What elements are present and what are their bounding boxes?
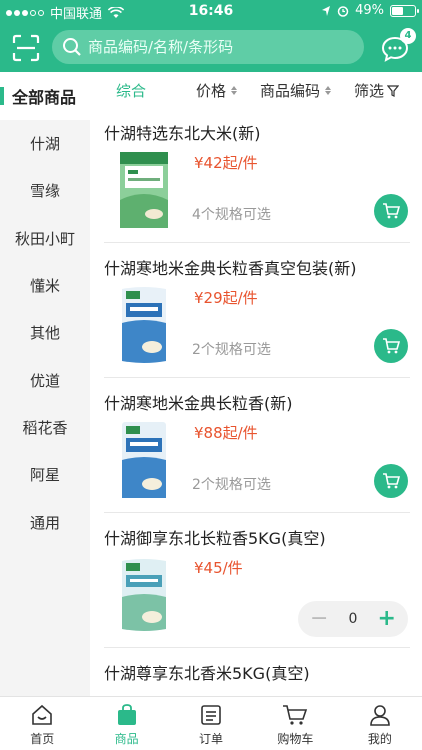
product-card[interactable]: 什湖御享东北长粒香5KG(真空) ¥45/件 − 0 + xyxy=(90,513,422,648)
sort-comprehensive-label: 综合 xyxy=(116,82,147,100)
search-input[interactable] xyxy=(88,38,348,56)
battery-icon xyxy=(390,4,419,17)
sidebar-item-xueyuan[interactable]: 雪缘 xyxy=(0,167,90,214)
sidebar-item-daohuaxiang[interactable]: 稻花香 xyxy=(0,404,90,451)
product-list: 什湖特选东北大米(新) ¥42起/件 4个规格可选 什湖寒地米金典长粒香真空包装… xyxy=(90,108,422,696)
tab-orders[interactable]: 订单 xyxy=(169,697,253,750)
filter-label: 筛选 xyxy=(354,82,385,100)
sidebar-item-all[interactable]: 全部商品 xyxy=(0,72,90,120)
cart-icon xyxy=(383,338,400,354)
category-sidebar: 全部商品 什湖 雪缘 秋田小町 懂米 其他 优道 稻花香 阿星 通用 xyxy=(0,72,90,696)
user-icon xyxy=(370,705,390,726)
bottom-tab-bar: 首页 商品 订单 购物车 我的 xyxy=(0,696,422,750)
add-to-cart-button[interactable] xyxy=(374,464,408,498)
order-list-icon xyxy=(201,705,221,725)
product-name: 什湖寒地米金典长粒香真空包装(新) xyxy=(104,259,357,278)
quantity-value: 0 xyxy=(348,611,358,627)
rice-bag-image xyxy=(122,422,166,498)
search-icon xyxy=(63,38,81,56)
sort-arrows-icon xyxy=(325,86,332,95)
sidebar-item-general[interactable]: 通用 xyxy=(0,498,90,545)
add-to-cart-button[interactable] xyxy=(374,329,408,363)
alarm-icon xyxy=(337,5,349,17)
sort-price-label: 价格 xyxy=(196,82,227,100)
sort-comprehensive[interactable]: 综合 xyxy=(116,80,146,101)
decrease-button[interactable]: − xyxy=(310,608,328,630)
home-icon xyxy=(32,704,53,725)
quantity-stepper[interactable]: − 0 + xyxy=(298,601,408,637)
increase-button[interactable]: + xyxy=(378,608,396,630)
cart-icon xyxy=(383,203,400,219)
location-icon xyxy=(322,5,331,16)
product-spec-count: 2个规格可选 xyxy=(192,477,271,493)
scan-icon xyxy=(12,34,40,62)
product-price: ¥29起/件 xyxy=(194,289,258,307)
cart-icon xyxy=(383,473,400,489)
tab-cart-label: 购物车 xyxy=(277,732,314,746)
tab-cart[interactable]: 购物车 xyxy=(253,697,337,750)
product-spec-count: 2个规格可选 xyxy=(192,342,271,358)
sidebar-item-other[interactable]: 其他 xyxy=(0,309,90,356)
product-card[interactable]: 什湖特选东北大米(新) ¥42起/件 4个规格可选 xyxy=(90,108,422,243)
sort-bar: 综合 价格 商品编码 筛选 xyxy=(90,72,422,108)
product-name: 什湖御享东北长粒香5KG(真空) xyxy=(104,529,326,548)
tab-me[interactable]: 我的 xyxy=(338,697,422,750)
rice-bag-image xyxy=(122,559,166,631)
battery-percent: 49% xyxy=(355,3,384,18)
filter-button[interactable]: 筛选 xyxy=(354,80,400,101)
shopping-bag-icon xyxy=(117,704,136,725)
tab-home[interactable]: 首页 xyxy=(0,697,84,750)
product-card[interactable]: 什湖寒地米金典长粒香(新) ¥88起/件 2个规格可选 xyxy=(90,378,422,513)
cart-icon xyxy=(283,705,308,725)
product-card[interactable]: 什湖尊享东北香米5KG(真空) xyxy=(90,648,422,696)
scan-button[interactable] xyxy=(12,34,40,62)
sort-code-label: 商品编码 xyxy=(260,82,321,100)
top-header: 中国联通 16:46 49% 4 xyxy=(0,0,422,72)
product-price: ¥42起/件 xyxy=(194,154,258,172)
tab-me-label: 我的 xyxy=(367,732,392,746)
product-name: 什湖寒地米金典长粒香(新) xyxy=(104,394,293,413)
filter-icon xyxy=(387,84,400,97)
messages-button[interactable]: 4 xyxy=(380,28,416,64)
tab-orders-label: 订单 xyxy=(199,732,224,746)
sort-price[interactable]: 价格 xyxy=(196,80,238,101)
tab-home-label: 首页 xyxy=(30,732,55,746)
add-to-cart-button[interactable] xyxy=(374,194,408,228)
product-name: 什湖特选东北大米(新) xyxy=(104,124,261,143)
sidebar-item-youdao[interactable]: 优道 xyxy=(0,356,90,403)
product-name: 什湖尊享东北香米5KG(真空) xyxy=(104,664,310,683)
status-bar: 中国联通 16:46 49% xyxy=(0,0,422,22)
sidebar-item-akitakomachi[interactable]: 秋田小町 xyxy=(0,215,90,262)
message-count-badge: 4 xyxy=(400,28,416,44)
product-price: ¥45/件 xyxy=(194,559,243,577)
search-bar[interactable] xyxy=(52,30,364,64)
tab-products[interactable]: 商品 xyxy=(84,697,168,750)
product-card[interactable]: 什湖寒地米金典长粒香真空包装(新) ¥29起/件 2个规格可选 xyxy=(90,243,422,378)
product-spec-count: 4个规格可选 xyxy=(192,207,271,223)
sort-arrows-icon xyxy=(231,86,238,95)
tab-products-label: 商品 xyxy=(114,732,139,746)
rice-bag-image xyxy=(122,287,166,363)
sidebar-item-axing[interactable]: 阿星 xyxy=(0,451,90,498)
sidebar-item-dongmi[interactable]: 懂米 xyxy=(0,262,90,309)
sort-code[interactable]: 商品编码 xyxy=(260,80,332,101)
product-price: ¥88起/件 xyxy=(194,424,258,442)
rice-bag-image xyxy=(120,152,168,228)
sidebar-item-shihu[interactable]: 什湖 xyxy=(0,120,90,167)
